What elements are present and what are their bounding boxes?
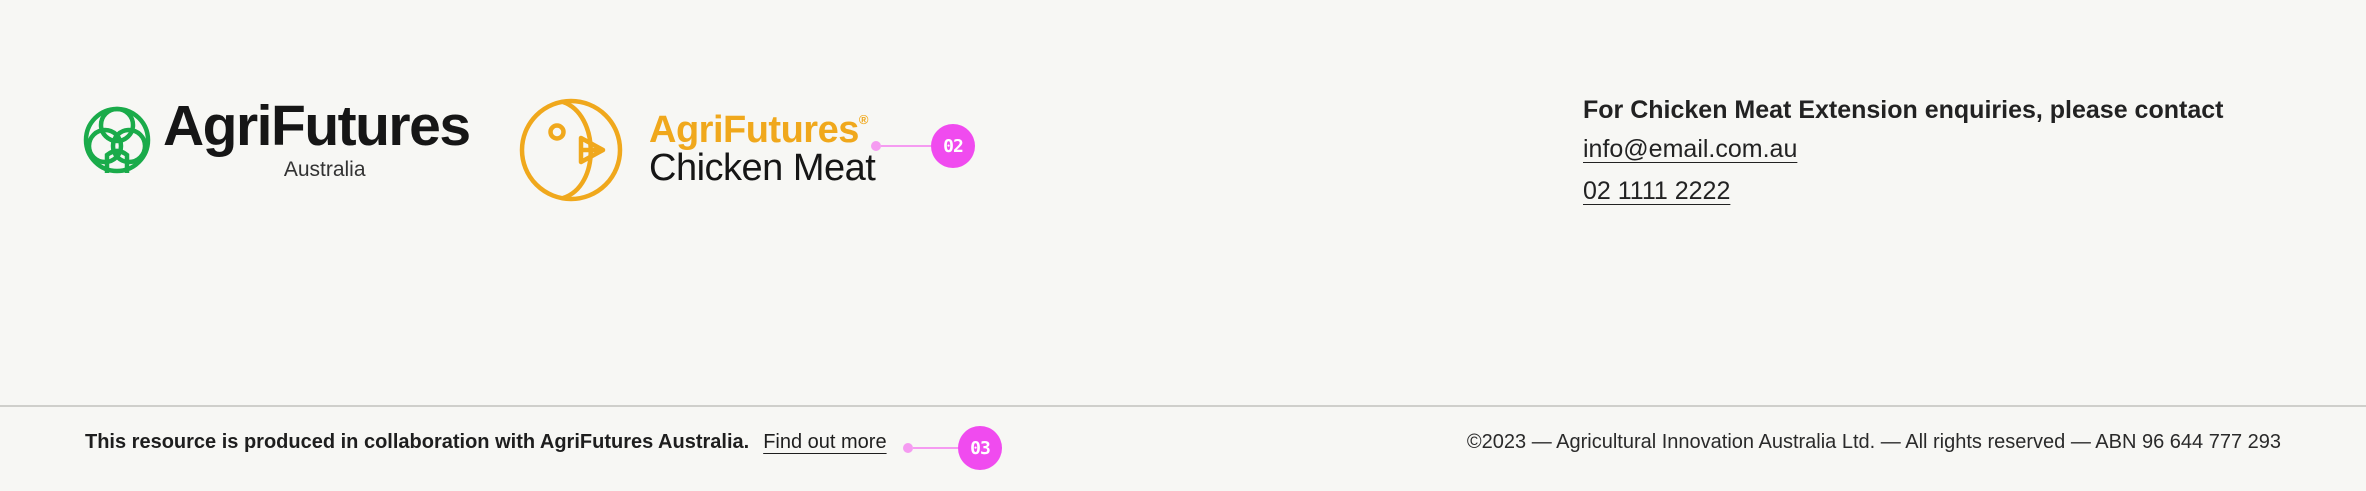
footer-bottom-bar: This resource is produced in collaborati… [0,407,2366,491]
agrifutures-wordmark: AgriFutures [163,94,471,158]
contact-phone-link[interactable]: 02 1111 2222 [1583,170,1730,212]
footer-top-section: AgriFutures Australia AgriFutures® Chick… [0,0,2366,405]
annotation-marker-02: 02 [871,124,975,168]
credit-line: This resource is produced in collaborati… [85,431,887,454]
chicken-meat-brand-text: AgriFutures [649,109,859,152]
chicken-meat-logo[interactable]: AgriFutures® Chicken Meat [519,98,876,202]
marker-dot [871,141,881,151]
agrifutures-subtitle: Australia [283,158,366,181]
agrifutures-logo[interactable]: AgriFutures Australia [83,94,471,181]
find-out-more-link[interactable]: Find out more [763,431,886,454]
registered-mark: ® [858,112,869,128]
contact-block: For Chicken Meat Extension enquiries, pl… [1583,92,2223,212]
annotation-marker-03: 03 [903,426,1002,470]
marker-line [881,145,931,147]
contact-email-link[interactable]: info@email.com.au [1583,128,1797,170]
copyright-text: ©2023 — Agricultural Innovation Australi… [1466,431,2281,453]
marker-line [913,447,958,449]
marker-badge: 03 [958,426,1002,470]
chicken-meat-wordmark-bottom: Chicken Meat [649,147,876,190]
credit-text: This resource is produced in collaborati… [85,431,750,453]
chicken-head-icon [519,98,623,202]
marker-dot [903,443,913,453]
agrifutures-emblem-icon [83,106,151,174]
contact-heading: For Chicken Meat Extension enquiries, pl… [1583,96,2224,124]
marker-badge: 02 [931,124,975,168]
chicken-meat-wordmark-top: AgriFutures® [649,111,875,149]
